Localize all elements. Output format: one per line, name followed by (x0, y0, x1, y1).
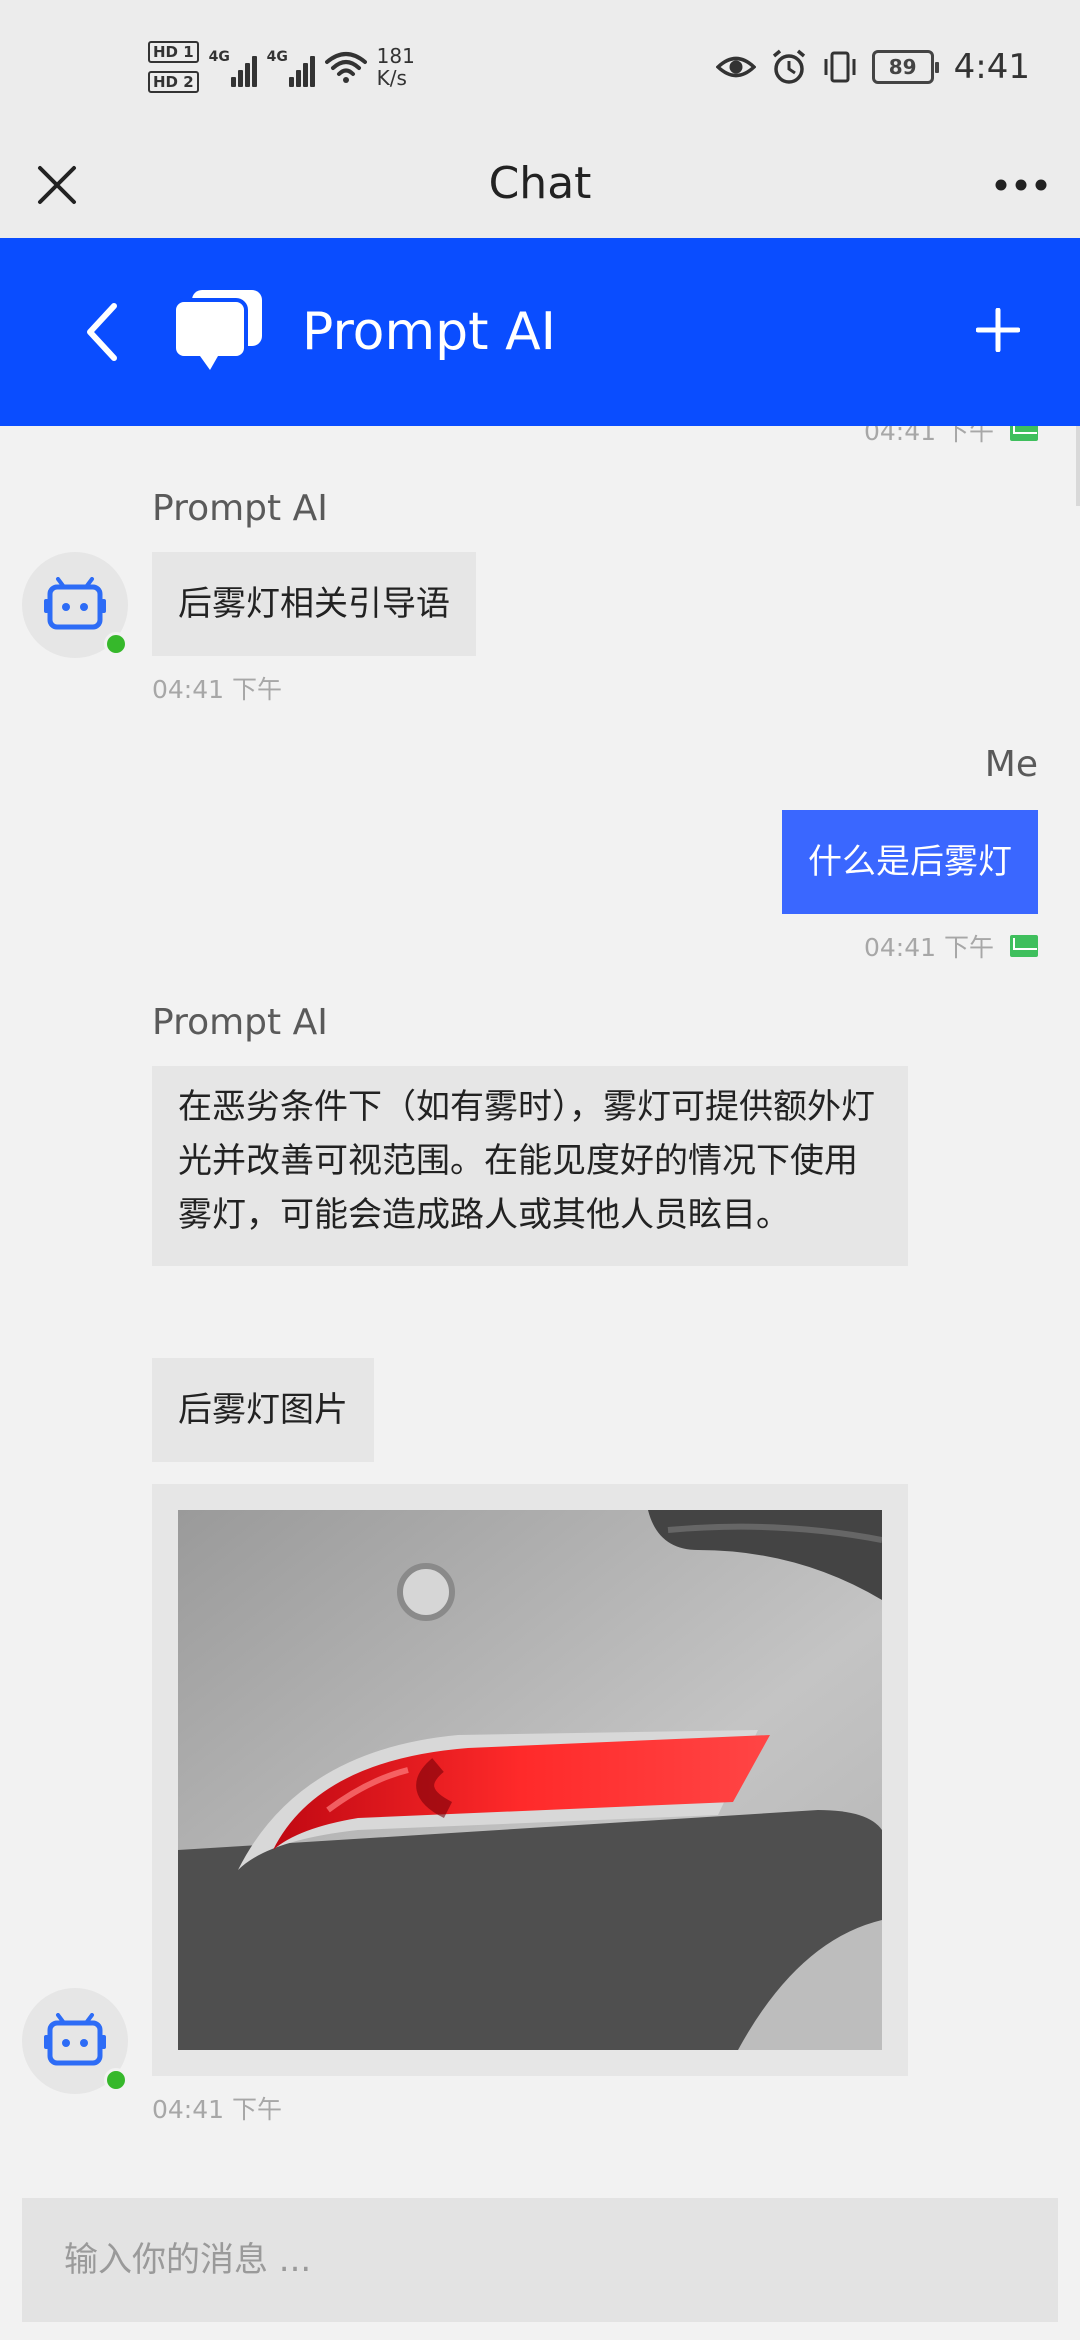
message-input[interactable] (22, 2198, 1058, 2322)
sender-name: Prompt AI (152, 1002, 328, 1043)
more-dots-icon (995, 179, 1047, 191)
message-timestamp: 04:41 下午 (152, 2095, 282, 2124)
more-options-button[interactable] (986, 152, 1056, 218)
online-status-dot (104, 2068, 128, 2092)
bot-avatar[interactable] (22, 1988, 128, 2094)
wifi-icon (324, 52, 367, 83)
status-right: 89 4:41 (715, 40, 1030, 94)
chat-messages-area[interactable]: 04:41 下午 Prompt AI 后雾灯相关引导语 04:41 下午 Me … (0, 426, 1080, 2190)
battery-icon: 89 (871, 50, 939, 84)
status-time: 4:41 (953, 47, 1030, 87)
sender-name-me: Me (984, 744, 1038, 785)
message-timestamp: 04:41 下午 (864, 933, 994, 962)
hd-indicators: HD 1 HD 2 (148, 41, 199, 93)
signal-2-icon: 4G (267, 47, 315, 87)
add-button[interactable] (958, 290, 1038, 370)
speed-value: 181 (376, 44, 415, 68)
online-status-dot (104, 632, 128, 656)
message-input-area (0, 2190, 1080, 2340)
back-button[interactable] (66, 294, 138, 370)
message-bubble[interactable]: 后雾灯图片 (152, 1358, 374, 1462)
scrollbar[interactable] (1076, 426, 1080, 506)
bot-avatar[interactable] (22, 552, 128, 658)
status-bar: HD 1 HD 2 4G 4G 181 K/s 89 4:41 (0, 0, 1080, 132)
hd2-badge: HD 2 (148, 71, 199, 93)
message-timestamp-row: 04:41 下午 (864, 928, 1038, 964)
chat-header-title: Prompt AI (302, 302, 556, 362)
speed-unit: K/s (376, 66, 407, 90)
network-2-label: 4G (266, 49, 288, 65)
message-bubble[interactable]: 后雾灯相关引导语 (152, 552, 476, 656)
my-message-bubble[interactable]: 什么是后雾灯 (782, 810, 1038, 914)
message-timestamp: 04:41 下午 (152, 675, 282, 704)
signal-1-icon: 4G (209, 47, 257, 87)
message-bubble-long[interactable]: 在恶劣条件下（如有雾时），雾灯可提供额外灯光并改善可视范围。在能见度好的情况下使… (152, 1066, 908, 1266)
sent-mail-icon (1010, 426, 1038, 441)
eye-icon (715, 56, 756, 78)
message-timestamp-row: 04:41 下午 (152, 670, 282, 706)
sent-mail-icon (1010, 935, 1038, 957)
robot-icon (44, 577, 106, 630)
title-bar: Chat (0, 132, 1080, 238)
message-timestamp-row: 04:41 下午 (864, 426, 1038, 448)
network-speed: 181 K/s (377, 45, 415, 89)
battery-level: 89 (888, 55, 917, 79)
sender-name: Prompt AI (152, 488, 328, 529)
plus-icon (976, 308, 1020, 352)
alarm-icon (772, 49, 805, 84)
page-title: Chat (488, 158, 592, 209)
chevron-left-icon (87, 303, 117, 361)
image-bubble[interactable] (152, 1484, 908, 2076)
hd1-badge: HD 1 (148, 41, 199, 63)
rear-fog-light-image[interactable] (178, 1510, 882, 2050)
chat-header: Prompt AI (0, 238, 1080, 426)
chat-bubbles-logo-icon (172, 290, 262, 370)
message-timestamp-row: 04:41 下午 (152, 2090, 282, 2126)
robot-icon (44, 2013, 106, 2066)
status-left: HD 1 HD 2 4G 4G 181 K/s (148, 36, 415, 98)
network-1-label: 4G (208, 49, 230, 65)
vibrate-icon (824, 51, 856, 83)
message-timestamp: 04:41 下午 (864, 426, 994, 446)
